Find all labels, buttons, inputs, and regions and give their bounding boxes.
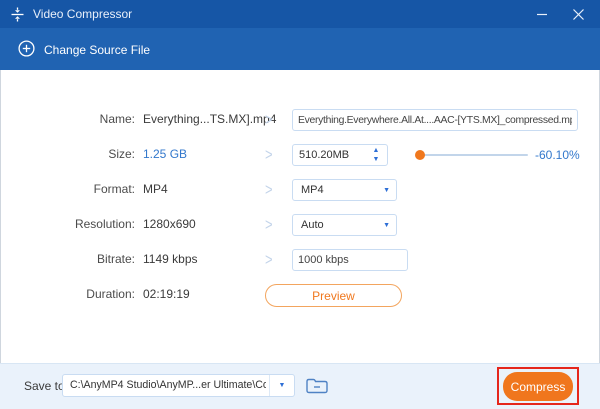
compress-arrows-icon [10,7,25,22]
target-size-spinner: ▲ ▼ [292,144,388,166]
chevron-right-icon: > [265,110,273,129]
change-source-file-label: Change Source File [44,43,151,57]
resolution-dropdown[interactable]: Auto ▼ [292,214,397,236]
name-label: Name: [99,112,135,126]
format-label: Format: [93,182,135,196]
chevron-right-icon: > [265,215,273,234]
size-value: 1.25 GB [143,147,188,161]
save-path-dropdown[interactable]: C:\AnyMP4 Studio\AnyMP...er Ultimate\Com… [62,374,295,397]
duration-value: 02:19:19 [143,287,190,301]
output-name-input[interactable] [292,109,578,131]
resolution-value: 1280x690 [143,217,196,231]
chevron-right-icon: > [265,180,273,199]
caret-down-icon: ▼ [269,375,294,396]
open-folder-button[interactable] [303,374,331,397]
resolution-label: Resolution: [74,217,135,231]
format-dropdown[interactable]: MP4 ▼ [292,179,397,201]
bitrate-input[interactable] [292,249,408,271]
chevron-right-icon: > [265,145,273,164]
minimize-button[interactable] [526,0,558,28]
save-path-value: C:\AnyMP4 Studio\AnyMP...er Ultimate\Com… [70,379,266,391]
spinner-up-icon[interactable]: ▲ [370,146,382,155]
compression-slider-handle[interactable] [415,150,425,160]
format-value: MP4 [143,182,168,196]
target-size-input[interactable] [293,145,367,165]
window-title: Video Compressor [33,7,133,21]
format-selected: MP4 [301,184,324,196]
name-value: Everything...TS.MX].mp4 [143,112,277,126]
change-source-file-button[interactable]: Change Source File [18,38,150,62]
close-icon [572,8,584,20]
resolution-selected: Auto [301,219,324,231]
caret-down-icon: ▼ [383,187,390,194]
compression-percent: -60.10% [535,148,580,162]
circle-plus-icon [18,40,35,60]
size-label: Size: [108,147,135,161]
bitrate-label: Bitrate: [96,252,135,266]
caret-down-icon: ▼ [383,222,390,229]
duration-label: Duration: [86,287,135,301]
preview-button[interactable]: Preview [265,284,402,307]
compression-slider-track[interactable] [420,154,528,156]
title-bar: Video Compressor [0,0,600,28]
chevron-right-icon: > [265,250,273,269]
video-compressor-window: Video Compressor Change Source File Name… [0,0,600,409]
minimize-icon [537,13,547,16]
folder-icon [306,378,328,393]
close-button[interactable] [562,0,594,28]
spinner-down-icon[interactable]: ▼ [370,155,382,164]
compress-button[interactable]: Compress [503,372,573,401]
bitrate-value: 1149 kbps [143,252,198,266]
